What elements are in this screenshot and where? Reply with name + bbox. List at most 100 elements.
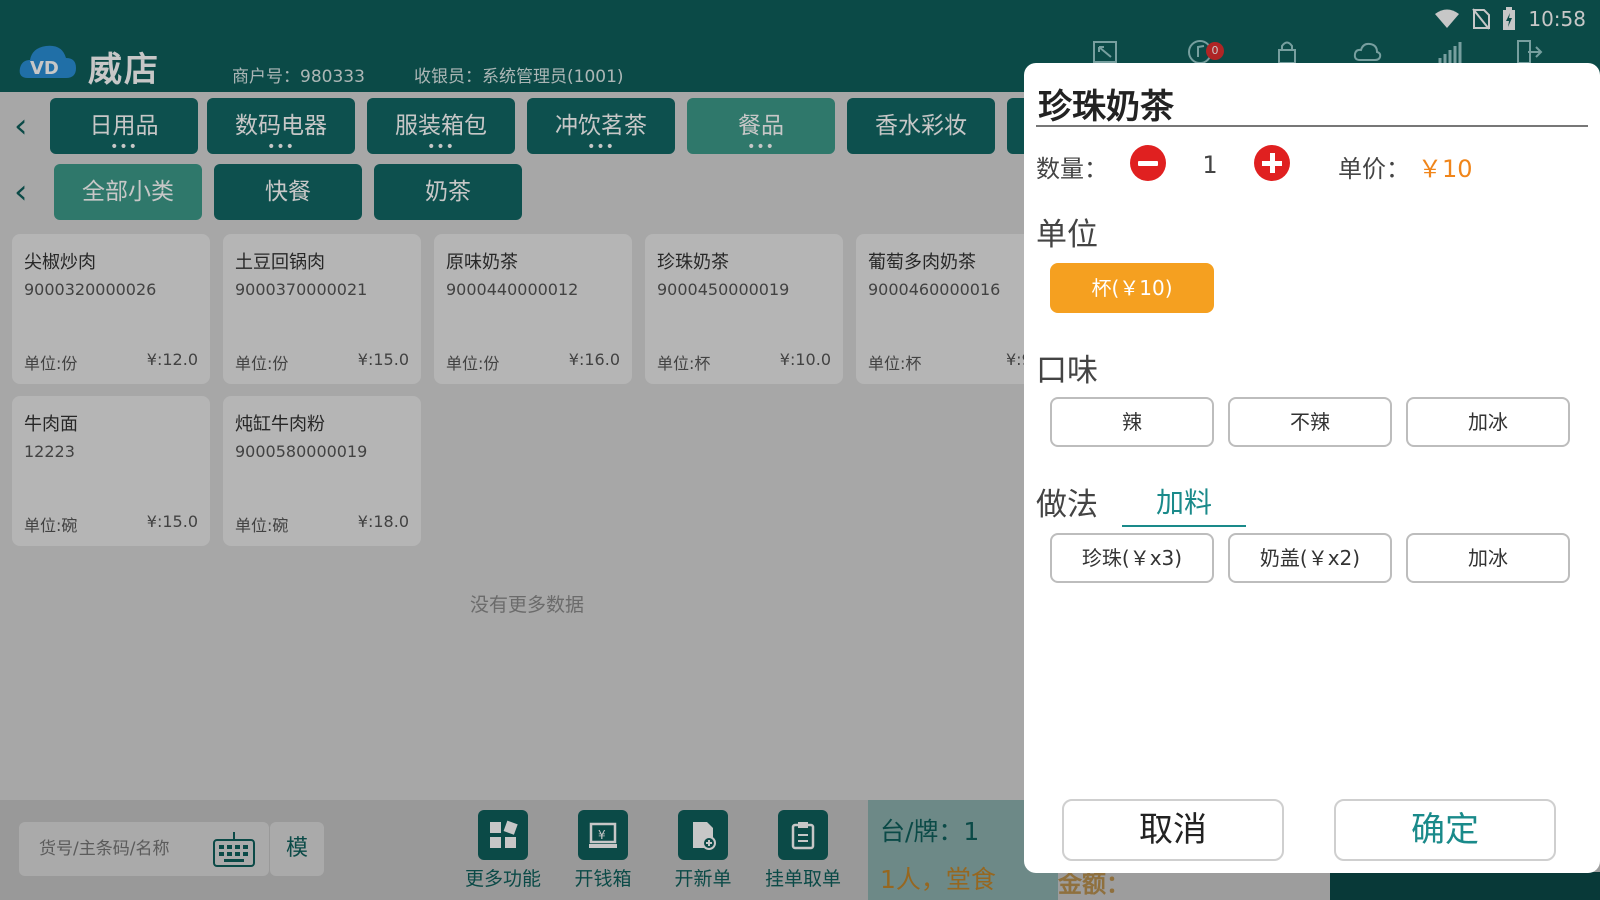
product-name: 珍珠奶茶: [657, 252, 729, 273]
product-price: ¥:12.0: [146, 350, 198, 369]
product-card[interactable]: 炖缸牛肉粉 9000580000019 单位:碗 ¥:18.0: [223, 396, 421, 546]
category-tab[interactable]: 日用品 •••: [50, 98, 198, 154]
table-number: 台/牌：1: [880, 817, 980, 846]
product-price: ¥:15.0: [146, 512, 198, 531]
category-tab[interactable]: 香水彩妆: [847, 98, 995, 154]
brand-name: 威店: [88, 50, 160, 90]
category-tab[interactable]: 服装箱包 •••: [367, 98, 515, 154]
cancel-button[interactable]: 取消: [1062, 799, 1284, 861]
subcategory-tab[interactable]: 奶茶: [374, 164, 522, 220]
chevron-left-icon[interactable]: ‹: [14, 172, 38, 212]
product-price: ¥:15.0: [357, 350, 409, 369]
product-unit: 单位:碗: [235, 516, 289, 535]
product-name: 葡萄多肉奶茶: [868, 252, 976, 273]
vd-logo: VD: [19, 45, 76, 79]
no-more-data: 没有更多数据: [470, 594, 585, 616]
battery-charging-icon: [1503, 7, 1516, 30]
category-tab-active[interactable]: 餐品 •••: [687, 98, 835, 154]
taste-section-label: 口味: [1036, 353, 1098, 389]
product-unit: 单位:份: [24, 354, 78, 373]
product-card[interactable]: 珍珠奶茶 9000450000019 单位:杯 ¥:10.0: [645, 234, 843, 384]
grid-icon: [478, 810, 528, 860]
chevron-left-icon[interactable]: ‹: [14, 106, 38, 146]
product-card[interactable]: 原味奶茶 9000440000012 单位:份 ¥:16.0: [434, 234, 632, 384]
svg-text:¥: ¥: [598, 828, 606, 842]
clipboard-icon: [778, 810, 828, 860]
cash-drawer-icon: ¥: [578, 810, 628, 860]
method-section-label[interactable]: 做法: [1036, 479, 1098, 524]
subcategory-tab-active[interactable]: 全部小类: [54, 164, 202, 220]
merchant-id: 商户号：980333: [232, 67, 365, 87]
product-card[interactable]: 牛肉面 12223 单位:碗 ¥:15.0: [12, 396, 210, 546]
guest-info: 1人，堂食: [880, 865, 996, 894]
no-sim-icon: [1472, 8, 1491, 30]
product-unit: 单位:份: [235, 354, 289, 373]
addon-tab[interactable]: 加料: [1122, 481, 1246, 527]
product-code: 9000440000012: [446, 280, 579, 299]
quantity-label: 数量：: [1036, 155, 1108, 183]
subcategory-tab[interactable]: 快餐: [214, 164, 362, 220]
signal-icon[interactable]: [1434, 38, 1464, 66]
status-bar: 10:58: [1434, 4, 1586, 34]
product-card[interactable]: 土豆回锅肉 9000370000021 单位:份 ¥:15.0: [223, 234, 421, 384]
product-code: 9000460000016: [868, 280, 1001, 299]
product-name: 土豆回锅肉: [235, 252, 325, 273]
product-unit: 单位:碗: [24, 516, 78, 535]
addon-option-ice[interactable]: 加冰: [1406, 533, 1570, 583]
product-code: 9000580000019: [235, 442, 368, 461]
wifi-icon: [1435, 9, 1460, 28]
addon-option-cream[interactable]: 奶盖(￥x2): [1228, 533, 1392, 583]
product-price: ¥:16.0: [568, 350, 620, 369]
product-name: 炖缸牛肉粉: [235, 414, 325, 435]
new-order-icon: [678, 810, 728, 860]
unit-section-label: 单位: [1036, 217, 1098, 253]
quantity-value: 1: [1202, 151, 1218, 179]
message-badge: 0: [1206, 42, 1224, 60]
checkout-strip[interactable]: [1330, 872, 1600, 900]
product-code: 12223: [24, 442, 75, 461]
more-functions-button[interactable]: 更多功能: [458, 810, 548, 891]
product-card[interactable]: 尖椒炒肉 9000320000026 单位:份 ¥:12.0: [12, 234, 210, 384]
product-unit: 单位:份: [446, 354, 500, 373]
product-code: 9000320000026: [24, 280, 157, 299]
unit-price-value: ￥10: [1418, 155, 1473, 183]
svg-text:VD: VD: [30, 58, 59, 79]
product-unit: 单位:杯: [868, 354, 922, 373]
product-code: 9000450000019: [657, 280, 790, 299]
confirm-button[interactable]: 确定: [1334, 799, 1556, 861]
subcategory-bar: ‹ 全部小类 快餐 奶茶: [0, 162, 1026, 222]
category-bar: ‹ 日用品 ••• 数码电器 ••• 服装箱包 ••• 冲饮茗茶 ••• 餐品 ••• 香…: [0, 96, 1026, 156]
music-button[interactable]: 0: [1186, 38, 1224, 66]
unit-price-label: 单价：: [1338, 155, 1410, 183]
keyboard-icon[interactable]: [212, 830, 256, 868]
lock-icon[interactable]: [1272, 38, 1302, 66]
plus-icon[interactable]: [1254, 145, 1290, 181]
product-options-dialog: 珍珠奶茶 数量： 1 单价： ￥10 单位 杯(￥10) 口味 辣 不辣 加冰 …: [1024, 63, 1600, 873]
hold-order-button[interactable]: 挂单取单: [758, 810, 848, 891]
mode-button[interactable]: 模: [270, 822, 324, 876]
product-name: 尖椒炒肉: [24, 252, 96, 273]
fullscreen-icon[interactable]: [1090, 38, 1120, 66]
open-cash-drawer-button[interactable]: ¥ 开钱箱: [558, 810, 648, 891]
cloud-sync-icon[interactable]: [1352, 38, 1382, 66]
taste-option-ice[interactable]: 加冰: [1406, 397, 1570, 447]
product-area: ‹ 日用品 ••• 数码电器 ••• 服装箱包 ••• 冲饮茗茶 ••• 餐品 ••• 香…: [0, 92, 1054, 900]
product-name: 原味奶茶: [446, 252, 518, 273]
category-tab[interactable]: 冲饮茗茶 •••: [527, 98, 675, 154]
bottom-bar: 模 更多功能 ¥ 开钱箱 开新单 挂单取单 台/牌：1 1人，堂食 金额：￥10…: [0, 800, 1130, 900]
title-divider: [1036, 125, 1588, 127]
addon-option-pearl[interactable]: 珍珠(￥x3): [1050, 533, 1214, 583]
product-price: ¥:18.0: [357, 512, 409, 531]
product-unit: 单位:杯: [657, 354, 711, 373]
taste-option-spicy[interactable]: 辣: [1050, 397, 1214, 447]
new-order-button[interactable]: 开新单: [658, 810, 748, 891]
logout-icon[interactable]: [1514, 38, 1544, 66]
taste-option-not-spicy[interactable]: 不辣: [1228, 397, 1392, 447]
product-name: 牛肉面: [24, 414, 78, 435]
category-tab[interactable]: 数码电器 •••: [207, 98, 355, 154]
product-code: 9000370000021: [235, 280, 368, 299]
cashier-name: 收银员：系统管理员(1001): [414, 67, 624, 87]
minus-icon[interactable]: [1130, 145, 1166, 181]
unit-option-cup[interactable]: 杯(￥10): [1050, 263, 1214, 313]
product-price: ¥:10.0: [779, 350, 831, 369]
